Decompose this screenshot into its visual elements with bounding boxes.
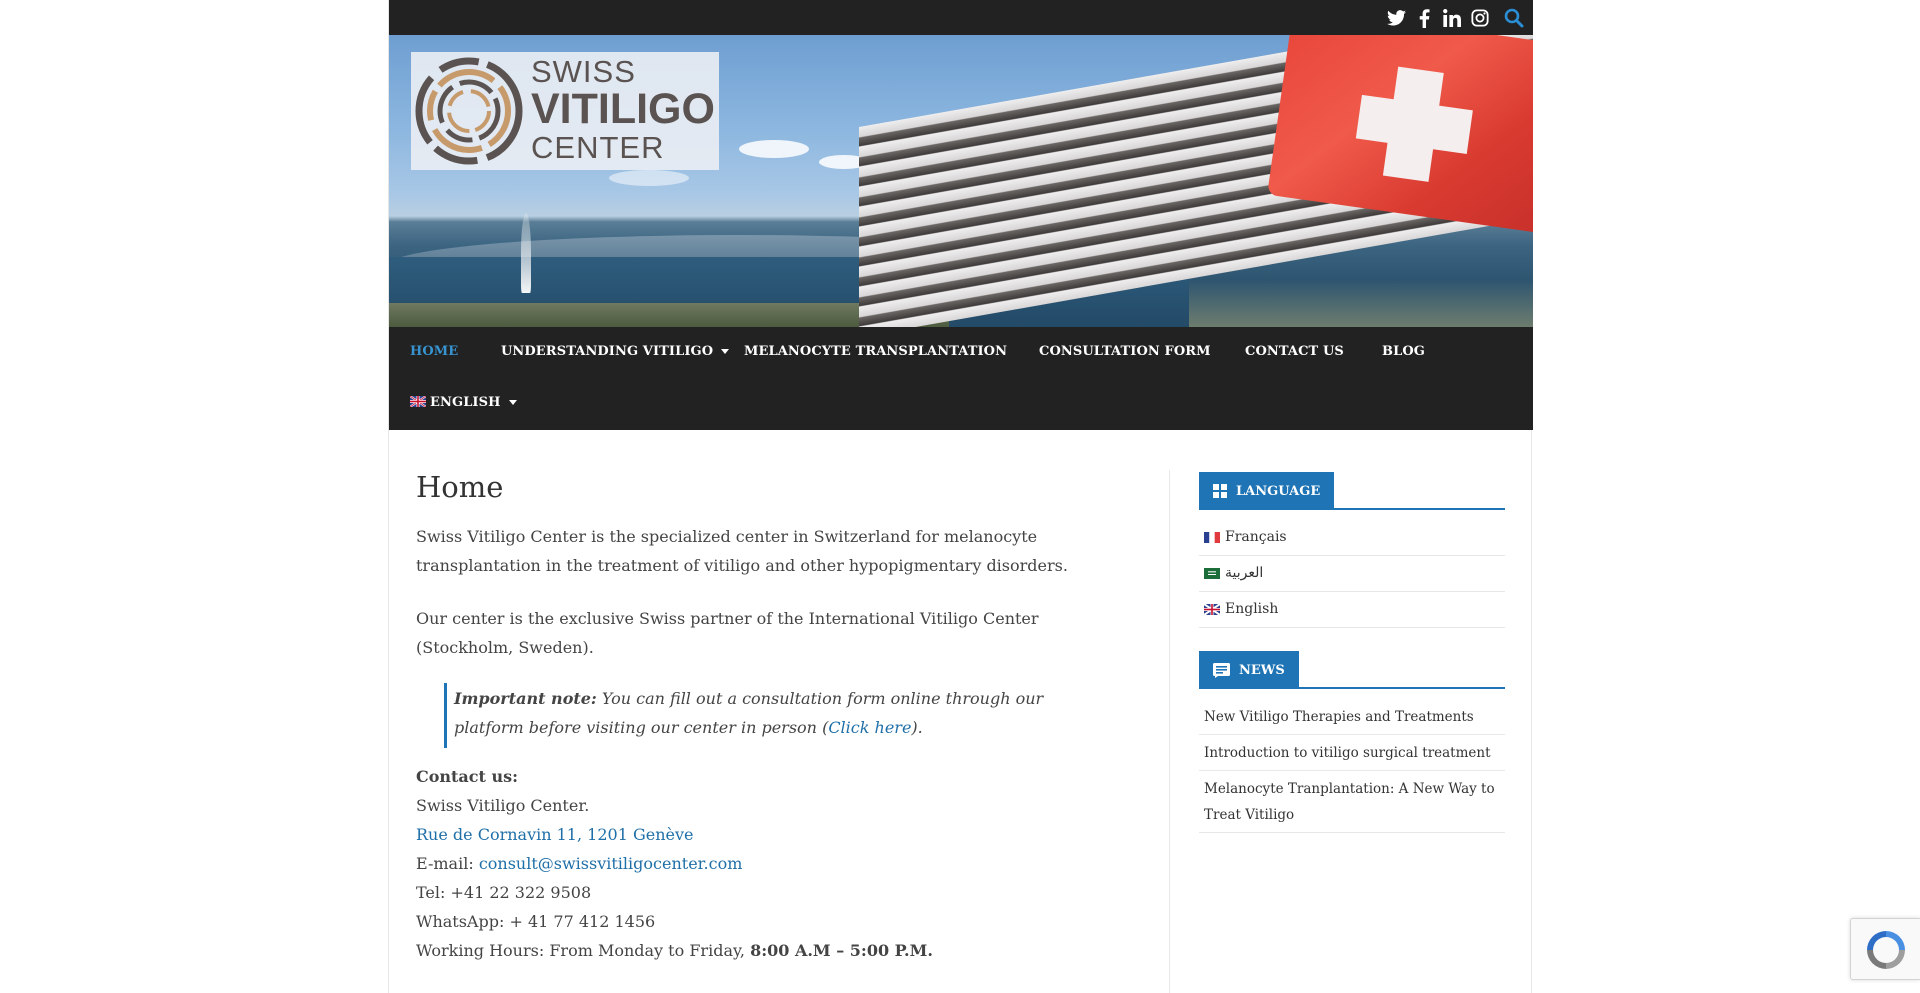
nav-item-consultation-form[interactable]: CONSULTATION FORM [1039, 344, 1211, 359]
sidebar: LANGUAGE Français العربية English NEWS N… [1199, 472, 1505, 833]
partner-paragraph: Our center is the exclusive Swiss partne… [416, 609, 1039, 657]
page-title: Home [416, 470, 504, 504]
facebook-icon[interactable] [1413, 7, 1435, 29]
recaptcha-badge[interactable] [1850, 918, 1920, 980]
contact-tel: Tel: +41 22 322 9508 [416, 883, 592, 902]
content-divider [1169, 470, 1170, 993]
uk-flag-icon [1204, 603, 1220, 615]
nav-item-home[interactable]: HOME [410, 344, 458, 359]
contact-name: Swiss Vitiligo Center. [416, 796, 590, 815]
note-label: Important note: [454, 689, 597, 708]
main-nav: HOME UNDERSTANDING VITILIGO MELANOCYTE T… [389, 327, 1533, 430]
email-link[interactable]: consult@swissvitiligocenter.com [479, 854, 743, 873]
logo-line-1: SWISS [531, 54, 636, 89]
widget-title: LANGUAGE [1199, 472, 1505, 510]
news-icon [1213, 662, 1230, 678]
consultation-click-here-link[interactable]: Click here [828, 718, 911, 737]
nav-item-contact-us[interactable]: CONTACT US [1245, 344, 1344, 359]
language-option-french[interactable]: Français [1199, 520, 1505, 556]
intro-paragraph: Swiss Vitiligo Center is the specialized… [416, 527, 1068, 575]
saudi-flag-icon [1204, 567, 1220, 579]
france-flag-icon [1204, 531, 1220, 543]
uk-flag-icon [410, 396, 426, 407]
linkedin-icon[interactable] [1441, 7, 1463, 29]
chevron-down-icon [721, 349, 730, 354]
contact-block: Contact us: Swiss Vitiligo Center. Rue d… [416, 762, 1136, 965]
language-option-label: العربية [1225, 565, 1264, 581]
important-note-blockquote: Important note: You can fill out a consu… [444, 683, 1084, 748]
social-links [1385, 7, 1525, 29]
chevron-down-icon [508, 400, 517, 405]
note-end: ). [911, 718, 923, 737]
water-jet [521, 213, 531, 293]
email-label: E-mail: [416, 854, 479, 873]
instagram-icon[interactable] [1469, 7, 1491, 29]
news-widget-title: NEWS [1239, 662, 1285, 678]
language-widget-title: LANGUAGE [1236, 483, 1321, 499]
address-link[interactable]: Rue de Cornavin 11, 1201 Genève [416, 825, 693, 844]
page-wrapper: SWISS VITILIGO CENTER HOME UNDERSTANDING… [388, 0, 1533, 993]
hours-value: 8:00 A.M – 5:00 P.M. [750, 941, 933, 960]
language-option-label: Français [1225, 529, 1287, 545]
main-content: Home Swiss Vitiligo Center is the specia… [416, 470, 1136, 965]
nav-item-blog[interactable]: BLOG [1382, 344, 1425, 359]
nav-item-label: UNDERSTANDING VITILIGO [501, 344, 714, 359]
nav-item-language[interactable]: ENGLISH [410, 395, 517, 410]
news-item[interactable]: Melanocyte Tranplantation: A New Way to … [1199, 771, 1505, 833]
recaptcha-icon [1867, 931, 1905, 969]
twitter-icon[interactable] [1385, 7, 1407, 29]
language-option-label: English [1225, 601, 1279, 617]
header-banner: SWISS VITILIGO CENTER [389, 35, 1533, 327]
contact-heading: Contact us: [416, 767, 519, 786]
language-widget: LANGUAGE Français العربية English [1199, 472, 1505, 628]
nav-item-melanocyte-transplantation[interactable]: MELANOCYTE TRANSPLANTATION [744, 344, 1007, 359]
site-logo[interactable]: SWISS VITILIGO CENTER [411, 52, 719, 170]
grid-icon [1213, 484, 1227, 498]
logo-rings-icon [415, 57, 523, 165]
news-item[interactable]: New Vitiligo Therapies and Treatments [1199, 699, 1505, 735]
news-widget: NEWS New Vitiligo Therapies and Treatmen… [1199, 651, 1505, 833]
contact-whatsapp: WhatsApp: + 41 77 412 1456 [416, 912, 656, 931]
search-icon[interactable] [1503, 7, 1525, 29]
logo-line-3: CENTER [531, 130, 665, 165]
language-option-arabic[interactable]: العربية [1199, 556, 1505, 592]
language-option-english[interactable]: English [1199, 592, 1505, 628]
top-bar [389, 0, 1533, 35]
nav-item-label: ENGLISH [430, 395, 501, 410]
news-item[interactable]: Introduction to vitiligo surgical treatm… [1199, 735, 1505, 771]
nav-item-understanding-vitiligo[interactable]: UNDERSTANDING VITILIGO [501, 344, 730, 359]
widget-title: NEWS [1199, 651, 1505, 689]
logo-line-2: VITILIGO [531, 85, 715, 133]
hours-label: Working Hours: From Monday to Friday, [416, 941, 751, 960]
